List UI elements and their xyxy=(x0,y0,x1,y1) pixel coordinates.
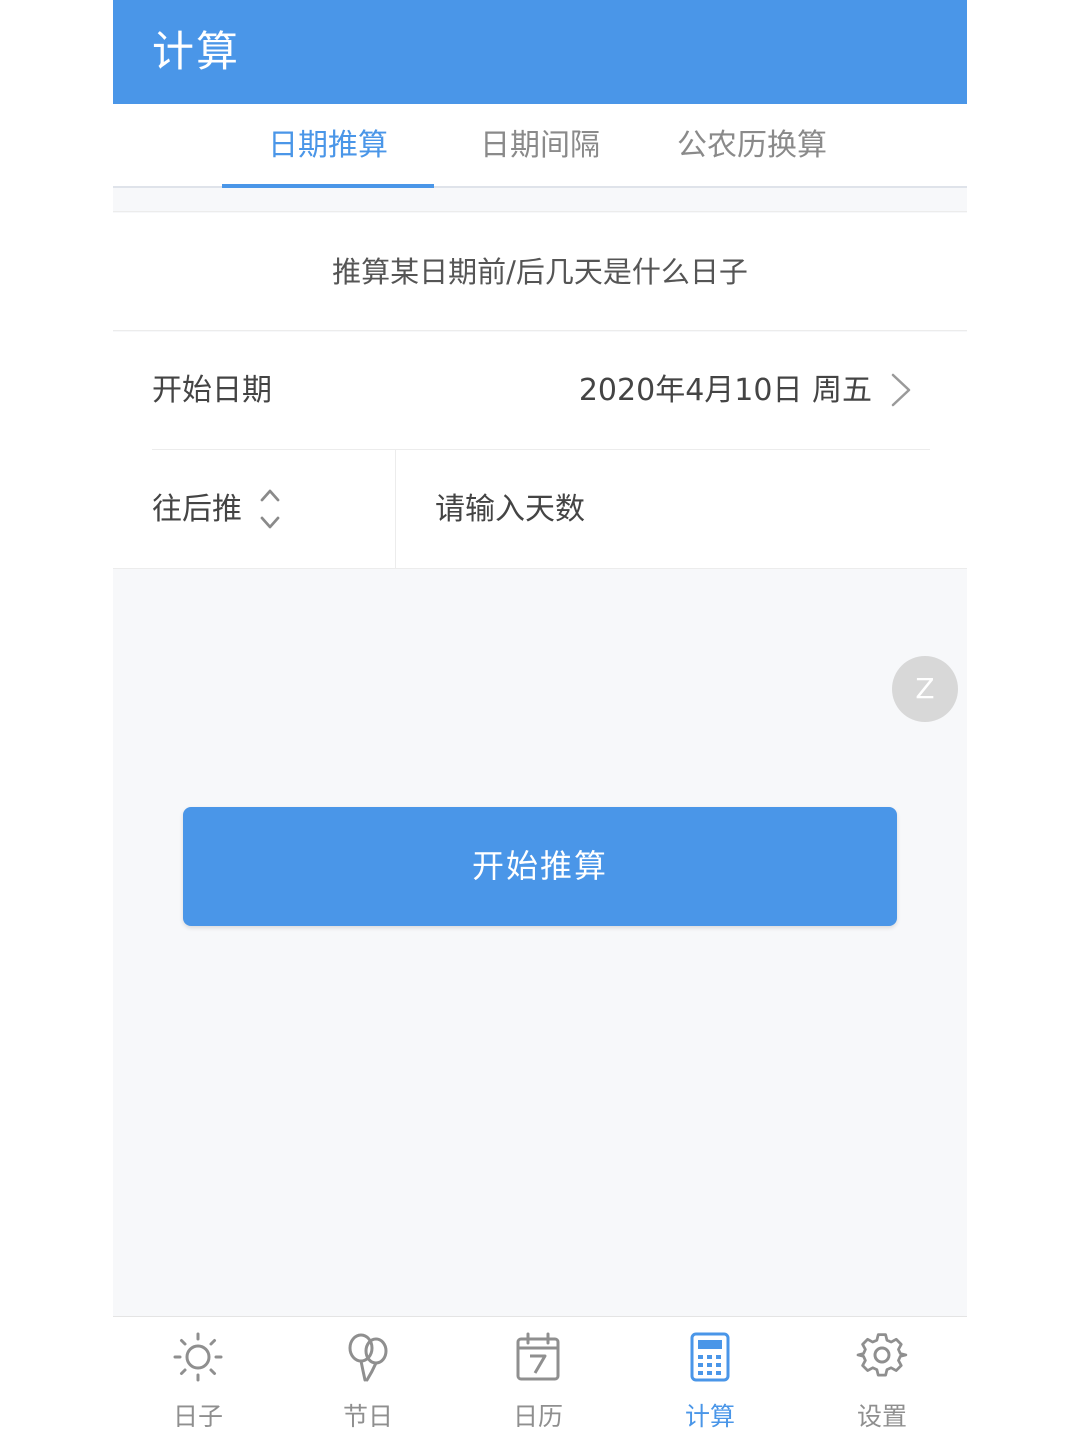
calendar-icon xyxy=(516,1332,560,1381)
balloon-icon xyxy=(348,1333,388,1382)
up-down-arrows-icon[interactable] xyxy=(258,486,282,532)
vertical-divider xyxy=(395,450,396,569)
section-gap xyxy=(113,190,967,212)
tab-date-calculation[interactable]: 日期推算 xyxy=(222,104,434,188)
start-date-row[interactable]: 开始日期 2020年4月10日 周五 xyxy=(113,332,967,450)
nav-label-calendar: 日历 xyxy=(512,1402,563,1431)
nav-item-calendar[interactable]: 日历 xyxy=(453,1317,623,1440)
days-row: 往后推 xyxy=(113,450,967,569)
direction-label[interactable]: 往后推 xyxy=(152,450,242,569)
page-title: 计算 xyxy=(152,27,241,76)
nav-item-calculate[interactable]: 计算 xyxy=(625,1317,795,1440)
floating-z-button[interactable]: Z xyxy=(892,656,958,722)
active-tab-indicator xyxy=(222,184,434,188)
chevron-right-icon xyxy=(891,373,911,407)
nav-label-settings: 设置 xyxy=(856,1402,907,1431)
nav-item-holidays[interactable]: 节日 xyxy=(283,1317,453,1440)
app-screen: 计算 日期推算 日期间隔 公农历换算 推算某日期前/后几天是什么日子 开始日期 … xyxy=(113,0,967,1440)
app-bar: 计算 xyxy=(113,0,967,104)
bottom-navigation: 日子 节日 日历 计算 设置 xyxy=(113,1316,967,1440)
calculator-icon xyxy=(690,1332,730,1382)
tab-bar: 日期推算 日期间隔 公农历换算 xyxy=(113,104,967,188)
nav-item-days[interactable]: 日子 xyxy=(113,1317,283,1440)
gear-icon xyxy=(856,1333,908,1377)
nav-item-settings[interactable]: 设置 xyxy=(797,1317,967,1440)
start-date-value: 2020年4月10日 周五 xyxy=(578,373,872,408)
description-text: 推算某日期前/后几天是什么日子 xyxy=(113,213,967,331)
start-date-label: 开始日期 xyxy=(152,373,272,408)
days-input[interactable] xyxy=(397,450,967,569)
start-calculation-button[interactable]: 开始推算 xyxy=(183,807,897,926)
nav-label-calculate: 计算 xyxy=(684,1402,735,1431)
nav-label-holidays: 节日 xyxy=(342,1402,393,1431)
sun-icon xyxy=(173,1332,223,1382)
tab-lunar-conversion[interactable]: 公农历换算 xyxy=(646,104,858,188)
tab-date-interval[interactable]: 日期间隔 xyxy=(434,104,646,188)
nav-label-days: 日子 xyxy=(172,1402,223,1431)
